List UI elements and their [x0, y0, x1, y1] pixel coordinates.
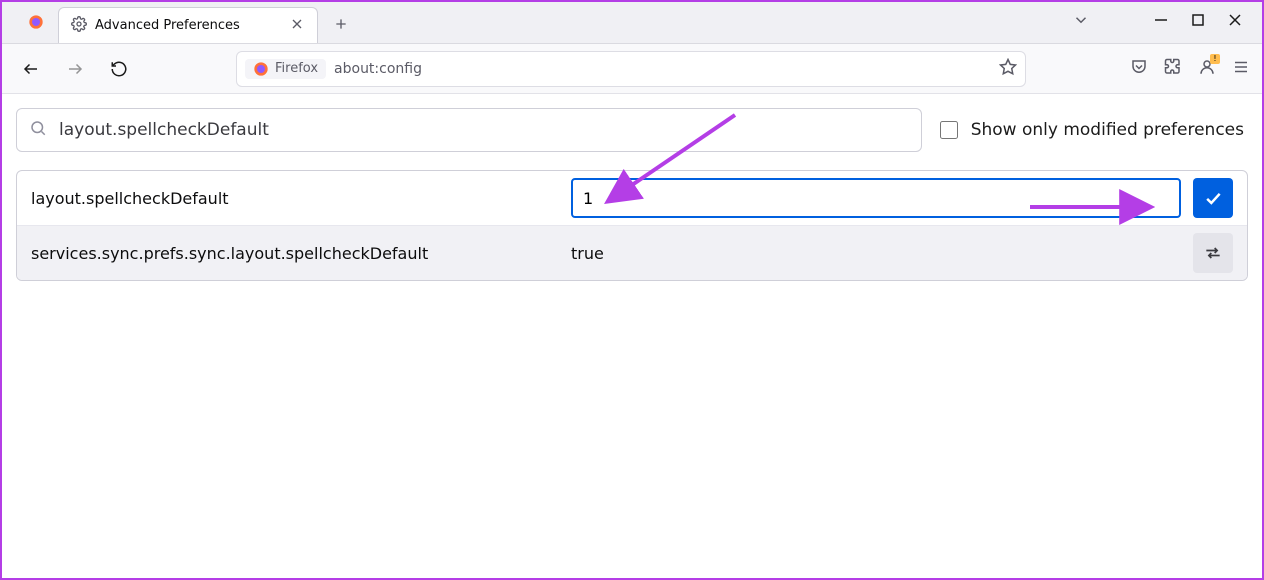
gear-icon — [71, 16, 87, 36]
pref-search-input[interactable] — [57, 119, 909, 141]
window-controls — [1072, 1, 1262, 43]
pocket-icon[interactable] — [1130, 58, 1148, 80]
show-only-modified-toggle[interactable]: Show only modified preferences — [936, 118, 1248, 142]
tab-title: Advanced Preferences — [95, 18, 281, 33]
pref-value-input[interactable] — [571, 178, 1181, 218]
pref-row: layout.spellcheckDefault — [17, 171, 1247, 225]
account-icon[interactable]: ! — [1198, 58, 1216, 80]
identity-box[interactable]: Firefox — [245, 59, 326, 79]
pref-toggle-button[interactable] — [1193, 233, 1233, 273]
bookmark-star-icon[interactable] — [999, 58, 1017, 80]
nav-toolbar: Firefox about:config ! — [2, 44, 1262, 94]
window-maximize-button[interactable] — [1192, 14, 1204, 30]
pref-table: layout.spellcheckDefault services.sync.p… — [16, 170, 1248, 281]
nav-back-button[interactable] — [14, 52, 48, 86]
close-tab-icon[interactable] — [289, 16, 305, 36]
nav-forward-button[interactable] — [58, 52, 92, 86]
nav-reload-button[interactable] — [102, 52, 136, 86]
extensions-icon[interactable] — [1164, 58, 1182, 80]
pref-search-box[interactable] — [16, 108, 922, 152]
pref-value: true — [571, 244, 1181, 263]
app-menu-button[interactable] — [1232, 58, 1250, 80]
search-icon — [29, 119, 47, 141]
pref-name: layout.spellcheckDefault — [31, 189, 571, 208]
browser-tab[interactable]: Advanced Preferences — [58, 7, 318, 43]
pref-save-button[interactable] — [1193, 178, 1233, 218]
identity-label: Firefox — [275, 61, 318, 76]
show-only-modified-checkbox[interactable] — [940, 121, 958, 139]
firefox-app-icon — [14, 1, 58, 43]
tab-strip: Advanced Preferences — [2, 2, 1262, 44]
new-tab-button[interactable] — [324, 7, 358, 41]
window-minimize-button[interactable] — [1154, 13, 1168, 31]
pref-row: services.sync.prefs.sync.layout.spellche… — [17, 225, 1247, 280]
pref-name: services.sync.prefs.sync.layout.spellche… — [31, 244, 571, 263]
tab-list-dropdown-icon[interactable] — [1072, 11, 1090, 33]
about-config-page: Show only modified preferences layout.sp… — [2, 94, 1262, 578]
url-bar[interactable]: Firefox about:config — [236, 51, 1026, 87]
show-only-modified-label: Show only modified preferences — [971, 120, 1244, 140]
url-text: about:config — [334, 61, 991, 77]
window-close-button[interactable] — [1228, 13, 1242, 31]
